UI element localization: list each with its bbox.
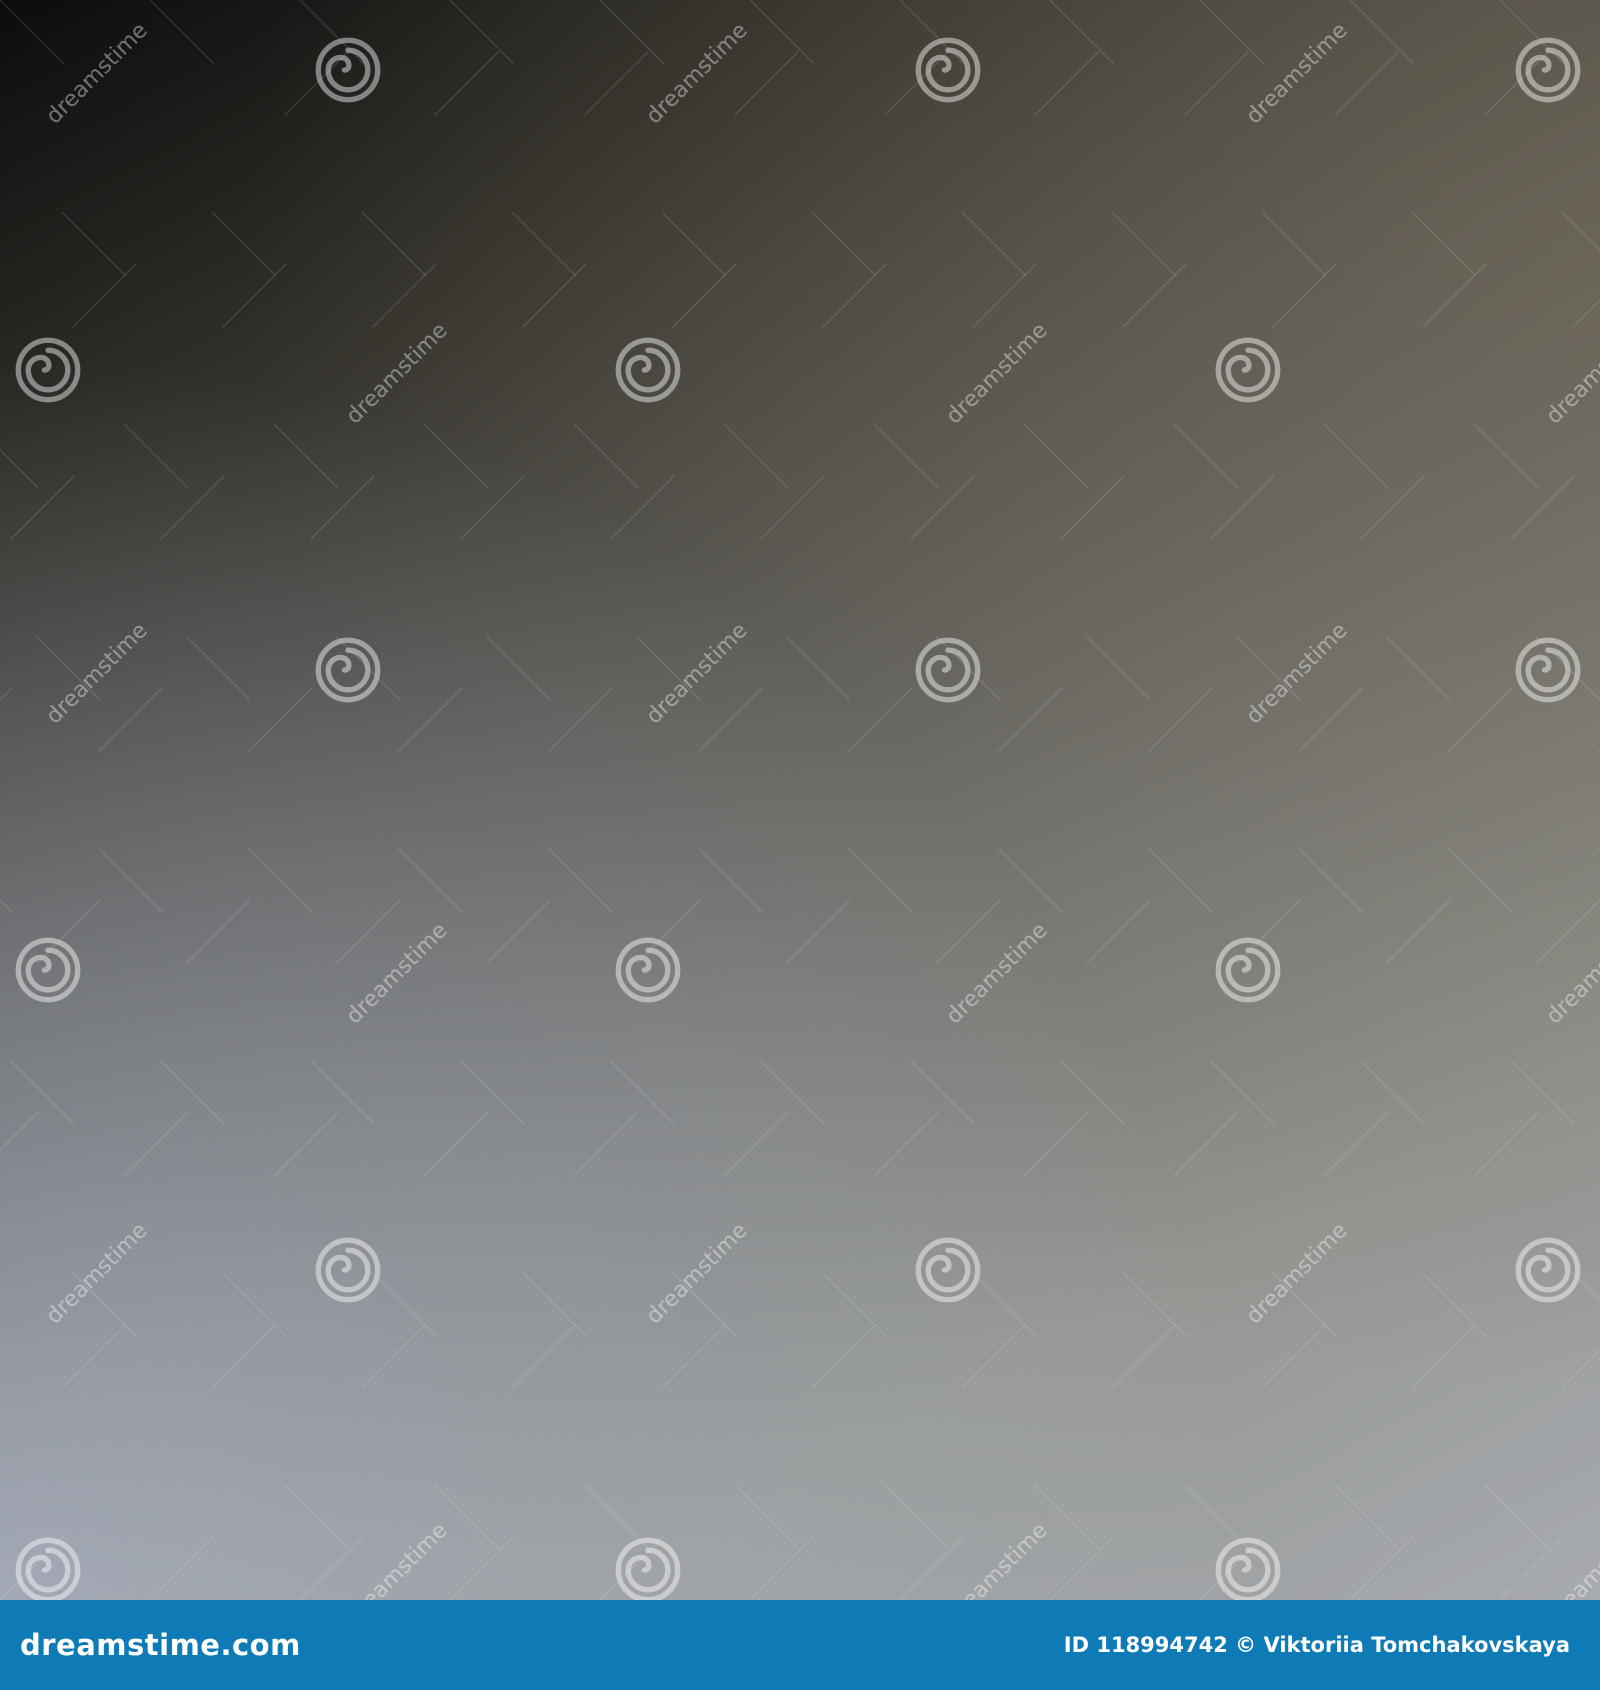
watermark-line xyxy=(749,0,1600,852)
watermark-line xyxy=(149,148,1600,1600)
watermark-line xyxy=(299,298,1600,1600)
dreamstime-spiral-icon xyxy=(318,1240,377,1299)
watermark-line xyxy=(899,0,1600,702)
footer-bar: dreamstime.com ID 118994742 © Viktoriia … xyxy=(0,1600,1600,1690)
watermark-logos xyxy=(18,40,1577,1599)
watermark-text: dreamstime xyxy=(42,618,153,729)
watermark-line xyxy=(0,0,1151,1152)
watermark-line xyxy=(149,0,1600,1452)
dreamstime-spiral-icon xyxy=(618,1540,677,1599)
dreamstime-spiral-icon xyxy=(1518,1240,1577,1299)
dreamstime-spiral-icon xyxy=(318,640,377,699)
watermark-line xyxy=(449,0,1600,1152)
watermark-text: dreamstime xyxy=(942,918,1053,1029)
watermark-line xyxy=(0,748,851,1600)
watermark-line xyxy=(0,298,1301,1600)
watermark-line xyxy=(0,0,401,402)
dreamstime-spiral-icon xyxy=(1218,940,1277,999)
watermark-line xyxy=(0,1198,401,1600)
dreamstime-spiral-icon xyxy=(1518,640,1577,699)
watermark-grid-lines xyxy=(0,0,1600,1600)
watermark-text: dreamstime xyxy=(342,1518,453,1600)
watermark-texts: dreamstime dreamstime dreamstime dreamstime… xyxy=(42,18,1600,1600)
stock-photo-page: dreamstime dreamstime dreamstime dreamstime… xyxy=(0,0,1600,1690)
watermark-text: dreamstime xyxy=(942,318,1053,429)
watermark-line xyxy=(0,1048,551,1600)
watermark-text: dreamstime xyxy=(642,18,753,129)
watermark-overlay: dreamstime dreamstime dreamstime dreamstime… xyxy=(0,0,1600,1600)
footer-credit-text: ID 118994742 © Viktoriia Tomchakovskaya xyxy=(1063,1633,1570,1657)
dreamstime-spiral-icon xyxy=(918,1240,977,1299)
watermark-line xyxy=(0,0,701,702)
watermark-text: dreamstime xyxy=(942,1518,1053,1600)
dreamstime-spiral-icon xyxy=(918,40,977,99)
watermark-line xyxy=(0,0,1451,1452)
watermark-line xyxy=(1049,0,1600,552)
dreamstime-spiral-icon xyxy=(1218,1540,1277,1599)
dreamstime-spiral-icon xyxy=(1518,40,1577,99)
watermark-text: dreamstime xyxy=(1542,318,1600,429)
dreamstime-spiral-icon xyxy=(18,940,77,999)
watermark-line xyxy=(599,598,1600,1600)
watermark-line xyxy=(749,748,1600,1600)
dreamstime-spiral-icon xyxy=(618,940,677,999)
watermark-text: dreamstime xyxy=(1542,918,1600,1029)
dreamstime-spiral-icon xyxy=(618,340,677,399)
gradient-background-photo: dreamstime dreamstime dreamstime dreamstime… xyxy=(0,0,1600,1600)
watermark-line xyxy=(599,0,1600,1002)
watermark-text: dreamstime xyxy=(42,18,153,129)
watermark-line xyxy=(0,448,1151,1600)
watermark-line xyxy=(1199,1198,1600,1600)
watermark-line xyxy=(1499,0,1600,102)
dreamstime-spiral-icon xyxy=(1218,340,1277,399)
watermark-line xyxy=(1499,1498,1600,1600)
watermark-line xyxy=(0,598,1001,1600)
watermark-line xyxy=(899,898,1600,1600)
watermark-line xyxy=(0,898,701,1600)
watermark-line xyxy=(449,448,1600,1600)
watermark-line xyxy=(1199,0,1600,402)
watermark-text: dreamstime xyxy=(342,318,453,429)
watermark-line xyxy=(1349,0,1600,252)
watermark-text: dreamstime xyxy=(1542,1518,1600,1600)
watermark-line xyxy=(0,0,1001,1002)
watermark-line xyxy=(299,0,1600,1302)
watermark-text: dreamstime xyxy=(1242,618,1353,729)
dreamstime-spiral-icon xyxy=(918,640,977,699)
dreamstime-spiral-icon xyxy=(18,1540,77,1599)
watermark-text: dreamstime xyxy=(642,618,753,729)
watermark-text: dreamstime xyxy=(1242,1218,1353,1329)
footer-brand-text[interactable]: dreamstime.com xyxy=(20,1628,301,1662)
watermark-line xyxy=(0,148,1451,1600)
watermark-text: dreamstime xyxy=(1242,18,1353,129)
watermark-line xyxy=(1049,1048,1600,1600)
watermark-line xyxy=(1349,1348,1600,1600)
watermark-line xyxy=(0,0,851,852)
watermark-line xyxy=(0,0,551,552)
watermark-line xyxy=(0,0,1301,1302)
watermark-text: dreamstime xyxy=(642,1218,753,1329)
watermark-text: dreamstime xyxy=(42,1218,153,1329)
dreamstime-spiral-icon xyxy=(318,40,377,99)
watermark-text: dreamstime xyxy=(342,918,453,1029)
dreamstime-spiral-icon xyxy=(18,340,77,399)
